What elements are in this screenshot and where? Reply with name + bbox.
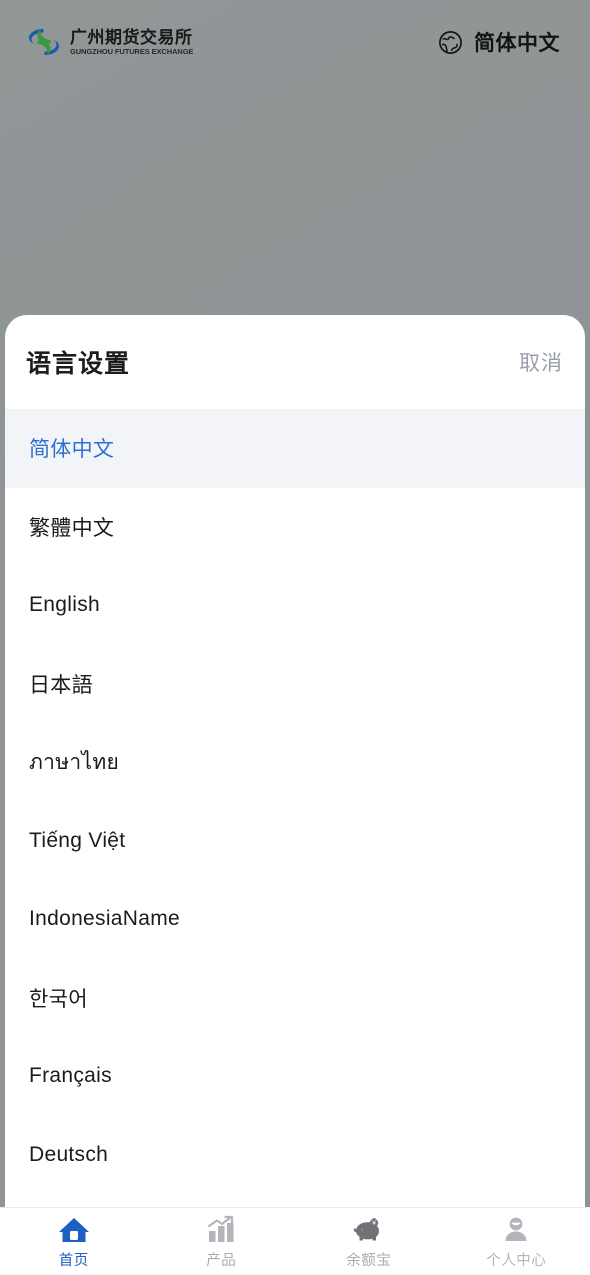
bar-chart-trend-icon (208, 1215, 234, 1242)
language-option-label: 日本語 (29, 673, 93, 697)
language-switch-label: 简体中文 (474, 32, 560, 55)
language-option-label: 한국어 (29, 987, 88, 1011)
language-option[interactable]: 简体中文 (5, 409, 585, 488)
svg-text:¥: ¥ (372, 1219, 376, 1226)
tab-wallet[interactable]: ¥ 余额宝 (295, 1208, 443, 1275)
language-option-label: 简体中文 (29, 438, 115, 462)
language-option-label: English (29, 593, 100, 617)
language-option[interactable]: 日本語 (5, 644, 585, 723)
bottom-tab-bar: 首页 产品 ¥ 余额宝 个人中心 (0, 1207, 590, 1275)
language-option[interactable]: Tiếng Việt (5, 801, 585, 880)
language-option[interactable]: IndonesiaName (5, 880, 585, 959)
person-icon (505, 1217, 527, 1241)
language-option-label: Tiếng Việt (29, 828, 126, 852)
language-switch-button[interactable]: 简体中文 (438, 27, 560, 57)
language-option-label: ภาษาไทย (29, 750, 120, 774)
language-option[interactable]: 한국어 (5, 958, 585, 1037)
tab-wallet-label: 余额宝 (346, 1252, 392, 1269)
language-option[interactable]: Français (5, 1037, 585, 1116)
tab-products[interactable]: 产品 (148, 1208, 296, 1275)
language-option[interactable]: 繁體中文 (5, 487, 585, 566)
cancel-button[interactable]: 取消 (519, 347, 563, 377)
brand-logo: 广州期货交易所 GUNGZHOU FUTURES EXCHANGE (26, 25, 193, 59)
language-option[interactable]: Deutsch (5, 1115, 585, 1194)
app-header: 广州期货交易所 GUNGZHOU FUTURES EXCHANGE 简体中文 (0, 0, 590, 84)
language-settings-sheet: 语言设置 取消 简体中文繁體中文 English 日本語 ภาษาไทย Tiếng V… (5, 315, 585, 1207)
tab-home-label: 首页 (58, 1252, 89, 1269)
language-option[interactable]: ภาษาไทย (5, 723, 585, 802)
language-option-label: 繁體中文 (29, 516, 115, 540)
tab-products-label: 产品 (206, 1252, 237, 1269)
swirl-logo-icon (29, 29, 59, 55)
language-option-label: Français (29, 1064, 112, 1088)
tab-profile[interactable]: 个人中心 (443, 1208, 590, 1275)
brand-name-cn: 广州期货交易所 (70, 27, 193, 47)
sheet-title: 语言设置 (26, 350, 131, 378)
piggy-bank-icon: ¥ (353, 1217, 379, 1240)
language-list[interactable]: 简体中文繁體中文 English 日本語 ภาษาไทย Tiếng Việt Indon… (5, 409, 585, 1207)
language-option-label: IndonesiaName (29, 907, 180, 931)
home-icon (58, 1217, 89, 1242)
tab-home[interactable]: 首页 (0, 1208, 148, 1275)
globe-icon (439, 30, 462, 54)
language-option[interactable]: English (5, 566, 585, 645)
sheet-header: 语言设置 取消 (5, 315, 585, 409)
tab-profile-label: 个人中心 (486, 1252, 547, 1269)
brand-name-en: GUNGZHOU FUTURES EXCHANGE (70, 46, 194, 56)
language-option-label: Deutsch (29, 1142, 109, 1166)
